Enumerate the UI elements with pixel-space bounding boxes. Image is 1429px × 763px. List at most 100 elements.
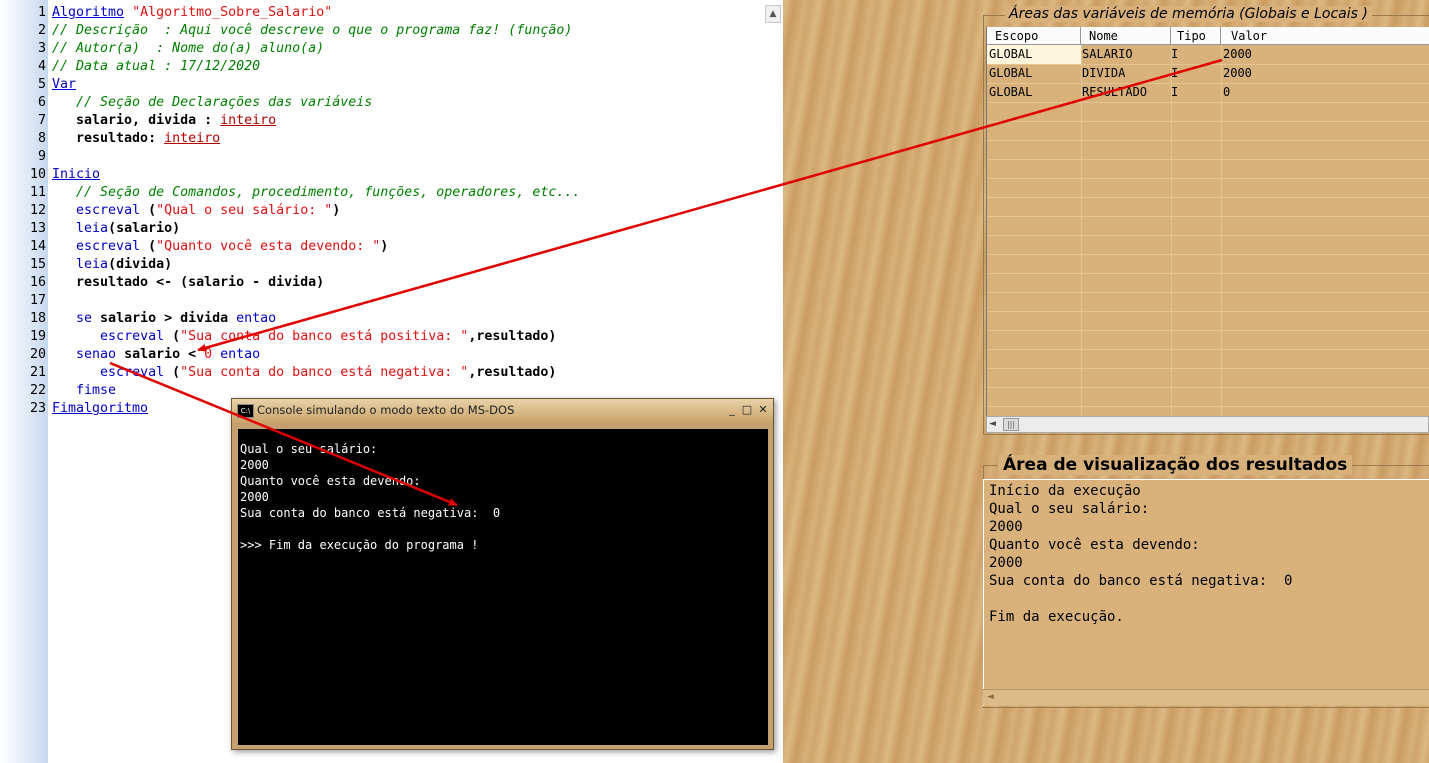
variable-cell[interactable]: 0 — [1223, 83, 1230, 102]
column-header-valor[interactable]: Valor — [1221, 27, 1429, 45]
code-text[interactable]: // Seção de Comandos, procedimento, funç… — [52, 184, 580, 202]
line-number: 17 — [29, 293, 46, 308]
variable-cell[interactable]: GLOBAL — [989, 45, 1032, 64]
code-token: salario, divida : — [52, 113, 221, 128]
console-titlebar[interactable]: C:\ Console simulando o modo texto do MS… — [232, 399, 773, 423]
variable-cell[interactable]: GLOBAL — [989, 83, 1032, 102]
console-window[interactable]: C:\ Console simulando o modo texto do MS… — [231, 398, 774, 750]
code-token: escreval — [100, 365, 165, 380]
line-number: 23 — [29, 401, 46, 416]
code-text[interactable]: Var — [52, 76, 76, 94]
code-token: // Descrição : Aqui você descreve o que … — [52, 23, 573, 38]
console-output[interactable]: Qual o seu salário: 2000 Quanto você esta … — [238, 429, 768, 745]
variable-cell[interactable]: I — [1171, 83, 1178, 102]
code-token: ) — [380, 239, 389, 254]
code-token: escreval — [76, 239, 141, 254]
results-output[interactable]: Início da execução Qual o seu salário: 200… — [983, 479, 1429, 706]
scroll-left-arrow-icon[interactable]: ◄ — [987, 690, 994, 704]
variable-cell[interactable]: SALARIO — [1082, 45, 1133, 64]
code-text[interactable]: se salario > divida entao — [52, 310, 276, 328]
grid-row-line — [987, 178, 1429, 179]
scroll-left-arrow-icon[interactable]: ◄ — [989, 417, 996, 432]
line-number: 12 — [29, 203, 46, 218]
code-text[interactable]: Inicio — [52, 166, 100, 184]
close-button[interactable]: ✕ — [756, 402, 770, 418]
line-number: 22 — [29, 383, 46, 398]
line-number: 3 — [37, 41, 46, 56]
result-line: Início da execução — [989, 483, 1141, 499]
column-header-escopo[interactable]: Escopo — [987, 27, 1081, 45]
line-number: 14 — [29, 239, 46, 254]
line-number: 15 — [29, 257, 46, 272]
code-text[interactable]: escreval ("Qual o seu salário: ") — [52, 202, 340, 220]
grid-row-line — [987, 102, 1429, 103]
code-token: Algoritmo — [52, 5, 125, 20]
grid-row-line — [987, 387, 1429, 388]
column-header-tipo[interactable]: Tipo — [1171, 27, 1221, 45]
code-token: fimse — [76, 383, 117, 398]
variables-horizontal-scrollbar[interactable]: ◄ ||| — [986, 416, 1429, 433]
variable-cell[interactable]: RESULTADO — [1082, 83, 1147, 102]
line-number: 7 — [37, 113, 46, 128]
code-text[interactable]: Fimalgoritmo — [52, 400, 148, 418]
code-text[interactable]: fimse — [52, 382, 116, 400]
console-line: Quanto você esta devendo: — [240, 474, 421, 488]
grid-row-line — [987, 273, 1429, 274]
code-text[interactable]: senao salario < 0 entao — [52, 346, 260, 364]
grid-row-line — [987, 216, 1429, 217]
variables-grid[interactable]: Escopo Nome Tipo Valor GLOBAL SALARIO I 200… — [986, 27, 1429, 417]
variable-cell[interactable]: 2000 — [1223, 45, 1252, 64]
result-line: Quanto você esta devendo: — [989, 537, 1200, 553]
code-token: senao — [76, 347, 117, 362]
line-number: 21 — [29, 365, 46, 380]
variable-cell[interactable]: GLOBAL — [989, 64, 1032, 83]
scroll-thumb[interactable]: ||| — [1003, 418, 1019, 431]
grid-row-line — [987, 83, 1429, 84]
code-token: // Seção de Declarações das variáveis — [52, 95, 373, 110]
results-horizontal-scrollbar[interactable]: ◄ — [983, 689, 1429, 705]
result-line: Qual o seu salário: — [989, 501, 1150, 517]
editor-scroll-up-button[interactable]: ▲ — [765, 5, 781, 23]
minimize-button[interactable]: _ — [725, 402, 739, 418]
code-text[interactable]: escreval ("Sua conta do banco está posit… — [52, 328, 556, 346]
code-token: "Sua conta do banco está negativa: " — [180, 365, 469, 380]
line-number: 16 — [29, 275, 46, 290]
code-text[interactable]: // Descrição : Aqui você descreve o que … — [52, 22, 572, 40]
line-number: 8 — [37, 131, 46, 146]
line-number: 20 — [29, 347, 46, 362]
variable-cell[interactable]: DIVIDA — [1082, 64, 1125, 83]
console-title: Console simulando o modo texto do MS-DOS — [257, 403, 515, 417]
code-text[interactable]: resultado <- (salario - divida) — [52, 274, 324, 292]
variable-cell[interactable]: I — [1171, 45, 1178, 64]
grid-row-line — [987, 292, 1429, 293]
code-text[interactable]: resultado: inteiro — [52, 130, 220, 148]
code-token: // Data atual : 17/12/2020 — [52, 59, 261, 74]
code-token: resultado: — [52, 131, 165, 146]
console-app-icon: C:\ — [237, 404, 254, 418]
code-text[interactable]: leia(salario) — [52, 220, 180, 238]
code-token: ( — [164, 329, 181, 344]
code-text[interactable]: // Data atual : 17/12/2020 — [52, 58, 260, 76]
code-text[interactable]: // Seção de Declarações das variáveis — [52, 94, 372, 112]
code-text[interactable]: escreval ("Quanto você esta devendo: ") — [52, 238, 388, 256]
console-line: >>> Fim da execução do programa ! — [240, 538, 479, 552]
code-text[interactable]: Algoritmo "Algoritmo_Sobre_Salario" — [52, 4, 332, 22]
code-text[interactable]: leia(divida) — [52, 256, 172, 274]
variable-cell[interactable]: 2000 — [1223, 64, 1252, 83]
code-token: ( — [140, 239, 157, 254]
code-token: "Sua conta do banco está positiva: " — [180, 329, 469, 344]
variable-cell[interactable]: I — [1171, 64, 1178, 83]
code-text[interactable]: salario, divida : inteiro — [52, 112, 276, 130]
code-token: ) — [332, 203, 341, 218]
column-header-nome[interactable]: Nome — [1081, 27, 1171, 45]
code-text[interactable]: // Autor(a) : Nome do(a) aluno(a) — [52, 40, 324, 58]
maximize-button[interactable]: □ — [740, 402, 754, 418]
code-text[interactable]: escreval ("Sua conta do banco está negat… — [52, 364, 556, 382]
